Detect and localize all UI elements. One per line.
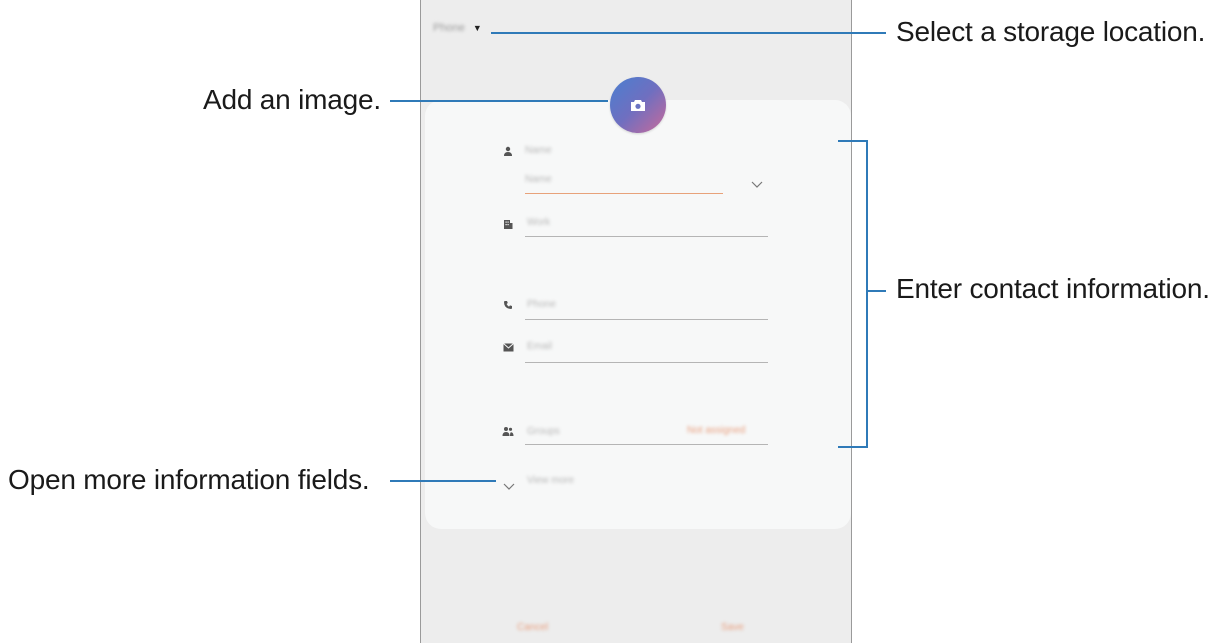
callout-image-leader [390,100,608,102]
camera-icon [631,99,645,111]
contact-form-card: Name Name Work Phone Email Groups Not as… [425,100,851,529]
building-icon [501,217,515,231]
phone-underline [525,319,768,320]
callout-add-image: Add an image. [203,84,381,115]
storage-location-value: Phone [433,22,465,34]
person-icon [501,144,515,158]
email-underline [525,362,768,363]
groups-underline [525,444,768,445]
name-field-label: Name [525,145,552,156]
view-more-link[interactable]: View more [527,475,574,486]
envelope-icon [501,340,515,354]
organisation-input[interactable]: Work [527,217,550,228]
groups-field[interactable]: Groups [527,426,560,437]
organisation-underline [525,236,768,237]
chevron-down-icon[interactable] [751,176,763,194]
callout-more-fields-leader [390,480,496,482]
phone-icon [501,298,515,312]
callout-storage-location: Select a storage location. [896,16,1206,47]
callout-contact-bracket [838,140,868,448]
callout-more-fields: Open more information fields. [8,464,370,495]
save-button[interactable]: Save [721,622,744,633]
cancel-button[interactable]: Cancel [517,622,548,633]
add-photo-button[interactable] [610,77,666,133]
storage-location-selector[interactable]: Phone ▼ [433,22,482,34]
callout-contact-leader [866,290,886,292]
phone-input[interactable]: Phone [527,299,556,310]
callout-contact-info: Enter contact information. [896,273,1210,304]
caret-down-icon: ▼ [472,22,482,33]
chevron-down-icon[interactable] [503,478,515,496]
email-input[interactable]: Email [527,341,552,352]
group-icon [501,424,515,438]
name-underline [525,193,723,194]
callout-storage-leader [491,32,886,34]
phone-screen: Phone ▼ Name Name Work Phone Email Group… [420,0,852,643]
name-input[interactable]: Name [525,174,552,185]
groups-value[interactable]: Not assigned [687,425,745,436]
